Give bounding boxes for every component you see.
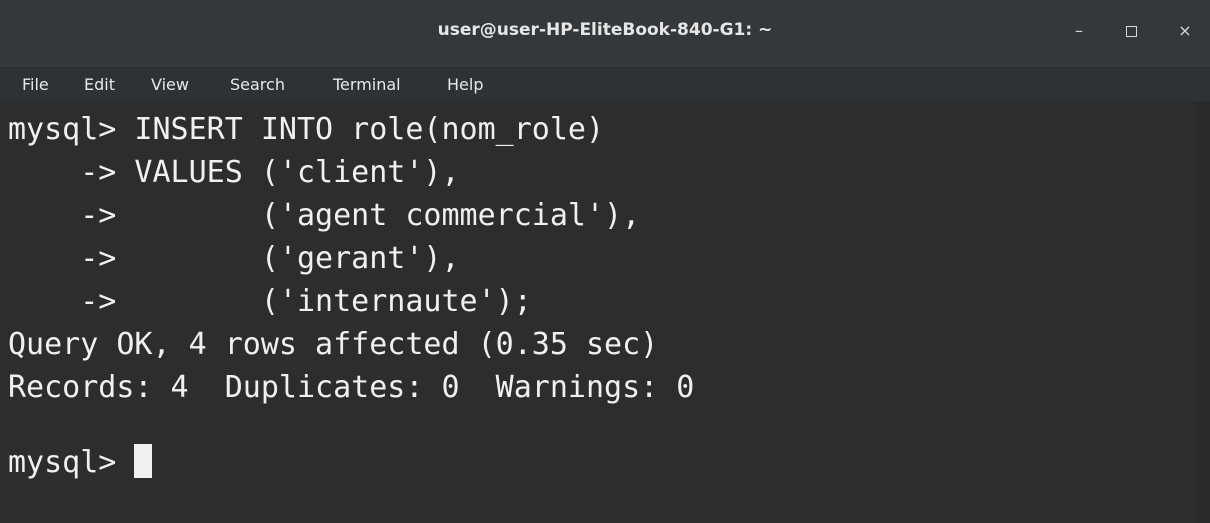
maximize-icon xyxy=(1125,26,1137,37)
terminal-prompt-line[interactable]: mysql> xyxy=(8,443,153,483)
menu-search[interactable]: Search xyxy=(230,75,285,94)
menu-bar: File Edit View Search Terminal Help xyxy=(0,68,1210,101)
terminal-line: -> ('gerant'), xyxy=(8,241,460,276)
minimize-button[interactable]: – xyxy=(1066,18,1092,44)
maximize-button[interactable] xyxy=(1118,18,1144,44)
close-button[interactable]: × xyxy=(1172,18,1198,44)
terminal-output[interactable]: mysql> INSERT INTO role(nom_role) -> VAL… xyxy=(0,101,1196,523)
terminal-line: mysql> INSERT INTO role(nom_role) xyxy=(8,112,605,147)
menu-edit[interactable]: Edit xyxy=(84,75,115,94)
terminal-window: user@user-HP-EliteBook-840-G1: ~ – × Fil… xyxy=(0,0,1210,523)
terminal-line: Records: 4 Duplicates: 0 Warnings: 0 xyxy=(8,370,695,405)
terminal-line: -> ('agent commercial'), xyxy=(8,198,641,233)
mysql-prompt: mysql> xyxy=(8,445,135,480)
title-bar[interactable]: user@user-HP-EliteBook-840-G1: ~ – × xyxy=(0,0,1210,68)
terminal-line: -> ('internaute'); xyxy=(8,284,532,319)
window-title: user@user-HP-EliteBook-840-G1: ~ xyxy=(437,20,773,40)
menu-file[interactable]: File xyxy=(22,75,49,94)
terminal-line: -> VALUES ('client'), xyxy=(8,155,460,190)
terminal-line: Query OK, 4 rows affected (0.35 sec) xyxy=(8,327,659,362)
menu-terminal[interactable]: Terminal xyxy=(333,75,401,94)
scrollbar[interactable] xyxy=(1196,101,1210,523)
menu-help[interactable]: Help xyxy=(447,75,483,94)
text-cursor xyxy=(134,444,153,478)
menu-view[interactable]: View xyxy=(151,75,189,94)
